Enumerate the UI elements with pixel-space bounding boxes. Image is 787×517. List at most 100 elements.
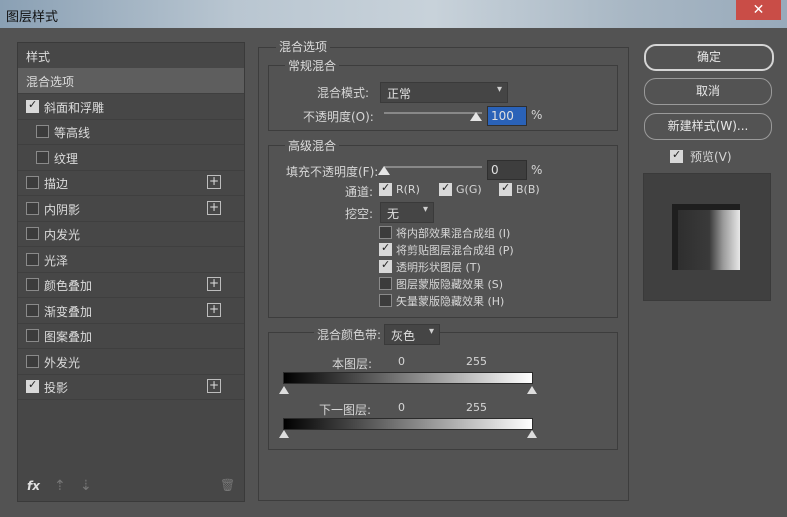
opacity-slider[interactable]	[384, 112, 482, 114]
chevron-down-icon: ▾	[422, 204, 428, 215]
underlying-layer-low-thumb[interactable]	[279, 430, 289, 438]
advanced-option-label: 将剪贴图层混合成组 (P)	[396, 244, 514, 257]
styles-footer: fx ⇡ ⇣ 🗑	[18, 475, 244, 501]
this-layer-high-thumb[interactable]	[527, 386, 537, 394]
advanced-option-checkbox[interactable]	[379, 277, 392, 290]
advanced-option-checkbox[interactable]	[379, 258, 392, 273]
preview-swatch	[672, 204, 740, 270]
style-item[interactable]: 纹理	[18, 145, 244, 171]
opacity-input[interactable]: 100	[487, 106, 527, 126]
style-preview	[643, 173, 771, 301]
style-item-checkbox[interactable]	[36, 150, 49, 164]
style-item-label: 光泽	[44, 253, 69, 268]
add-style-icon[interactable]: +	[207, 302, 221, 317]
move-down-icon[interactable]: ⇣	[80, 478, 92, 494]
style-item[interactable]: 投影 +	[18, 374, 244, 400]
preview-label: 预览(V)	[690, 150, 732, 164]
add-style-icon[interactable]: +	[207, 379, 221, 393]
add-style-icon[interactable]: +	[207, 200, 221, 215]
style-item[interactable]: 描边 +	[18, 170, 244, 196]
blend-if-dropdown[interactable]: 灰色 ▾	[384, 324, 440, 345]
general-blending-title: 常规混合	[285, 57, 340, 74]
style-item[interactable]: 内发光	[18, 221, 244, 247]
fill-opacity-label: 填充不透明度(F):	[286, 165, 379, 179]
blend-if-group	[268, 332, 618, 450]
channels-label: 通道:	[345, 185, 374, 199]
blend-mode-label: 混合模式:	[317, 86, 370, 100]
fx-icon[interactable]: fx	[27, 479, 40, 493]
channel-checkbox[interactable]	[439, 181, 452, 196]
this-layer-low: 0	[398, 355, 405, 368]
close-button[interactable]: ✕	[736, 0, 781, 20]
ok-button[interactable]: 确定	[644, 44, 774, 71]
channel-label: B(B)	[516, 183, 540, 196]
advanced-option-checkbox[interactable]	[379, 226, 392, 239]
channel-checkbox[interactable]	[379, 181, 392, 196]
style-item-label: 纹理	[54, 151, 79, 166]
this-layer-label: 本图层:	[332, 357, 373, 371]
trash-icon[interactable]: 🗑	[220, 478, 235, 492]
style-item-checkbox[interactable]	[26, 252, 39, 266]
new-style-button[interactable]: 新建样式(W)...	[644, 113, 772, 140]
channel-label: R(R)	[396, 183, 420, 196]
style-item-label: 混合选项	[26, 75, 75, 89]
advanced-option-checkbox[interactable]	[379, 294, 392, 307]
fill-opacity-input-value: 0	[491, 163, 499, 177]
underlying-layer-low: 0	[398, 401, 405, 414]
preview-checkbox[interactable]	[670, 148, 683, 163]
style-item-label: 图案叠加	[44, 330, 93, 344]
title-bar[interactable]: 图层样式 ✕	[0, 0, 787, 28]
underlying-layer-high-thumb[interactable]	[527, 430, 537, 438]
style-item-checkbox[interactable]	[26, 303, 39, 317]
style-item[interactable]: 图案叠加	[18, 323, 244, 349]
blend-options-title: 混合选项	[276, 38, 331, 55]
style-item-checkbox[interactable]	[26, 98, 39, 113]
style-item-label: 内阴影	[44, 202, 81, 217]
this-layer-low-thumb[interactable]	[279, 386, 289, 394]
underlying-layer-label: 下一图层:	[319, 403, 372, 417]
style-item[interactable]: 斜面和浮雕	[18, 94, 244, 120]
fill-opacity-slider[interactable]	[384, 166, 482, 168]
style-item-checkbox[interactable]	[26, 378, 39, 393]
style-item-label: 描边	[44, 177, 69, 191]
style-item[interactable]: 外发光	[18, 349, 244, 375]
style-item[interactable]: 内阴影 +	[18, 196, 244, 222]
this-layer-gradient	[283, 372, 533, 384]
channel-checkbox[interactable]	[499, 181, 512, 196]
style-item-label: 颜色叠加	[44, 279, 93, 293]
style-item-label: 等高线	[54, 126, 91, 140]
chevron-down-icon: ▾	[496, 84, 502, 95]
style-item[interactable]: 光泽	[18, 247, 244, 273]
styles-header[interactable]: 样式	[18, 43, 244, 69]
style-item[interactable]: 混合选项	[18, 68, 244, 94]
style-item-checkbox[interactable]	[26, 227, 39, 240]
style-item-checkbox[interactable]	[26, 201, 39, 215]
advanced-option-checkbox[interactable]	[379, 241, 392, 256]
fill-opacity-input[interactable]: 0	[487, 160, 527, 180]
cancel-button[interactable]: 取消	[644, 78, 772, 105]
style-item[interactable]: 渐变叠加 +	[18, 298, 244, 324]
style-item-checkbox[interactable]	[36, 125, 49, 138]
fill-opacity-unit: %	[531, 163, 543, 177]
style-item-checkbox[interactable]	[26, 329, 39, 342]
style-item[interactable]: 等高线	[18, 119, 244, 145]
knockout-dropdown[interactable]: 无 ▾	[380, 202, 434, 223]
advanced-option-label: 矢量蒙版隐藏效果 (H)	[396, 295, 505, 308]
style-item-checkbox[interactable]	[26, 354, 39, 368]
styles-panel: 样式 混合选项斜面和浮雕等高线纹理描边 + 内阴影 + 内发光光泽颜色叠加 + 渐变叠加 + 图…	[17, 42, 245, 502]
fill-opacity-slider-thumb[interactable]	[378, 166, 390, 175]
style-item-checkbox[interactable]	[26, 278, 39, 291]
style-item-checkbox[interactable]	[26, 176, 39, 189]
opacity-input-value: 100	[491, 109, 514, 123]
underlying-layer-high: 255	[466, 401, 487, 414]
add-style-icon[interactable]: +	[207, 277, 221, 291]
opacity-slider-thumb[interactable]	[470, 112, 482, 121]
blend-mode-dropdown[interactable]: 正常 ▾	[380, 82, 508, 103]
add-style-icon[interactable]: +	[207, 175, 221, 189]
style-item[interactable]: 颜色叠加 +	[18, 272, 244, 298]
style-item-label: 渐变叠加	[44, 304, 93, 319]
opacity-unit: %	[531, 108, 543, 122]
blend-if-value: 灰色	[391, 329, 416, 343]
knockout-value: 无	[387, 207, 400, 221]
move-up-icon[interactable]: ⇡	[54, 478, 66, 494]
